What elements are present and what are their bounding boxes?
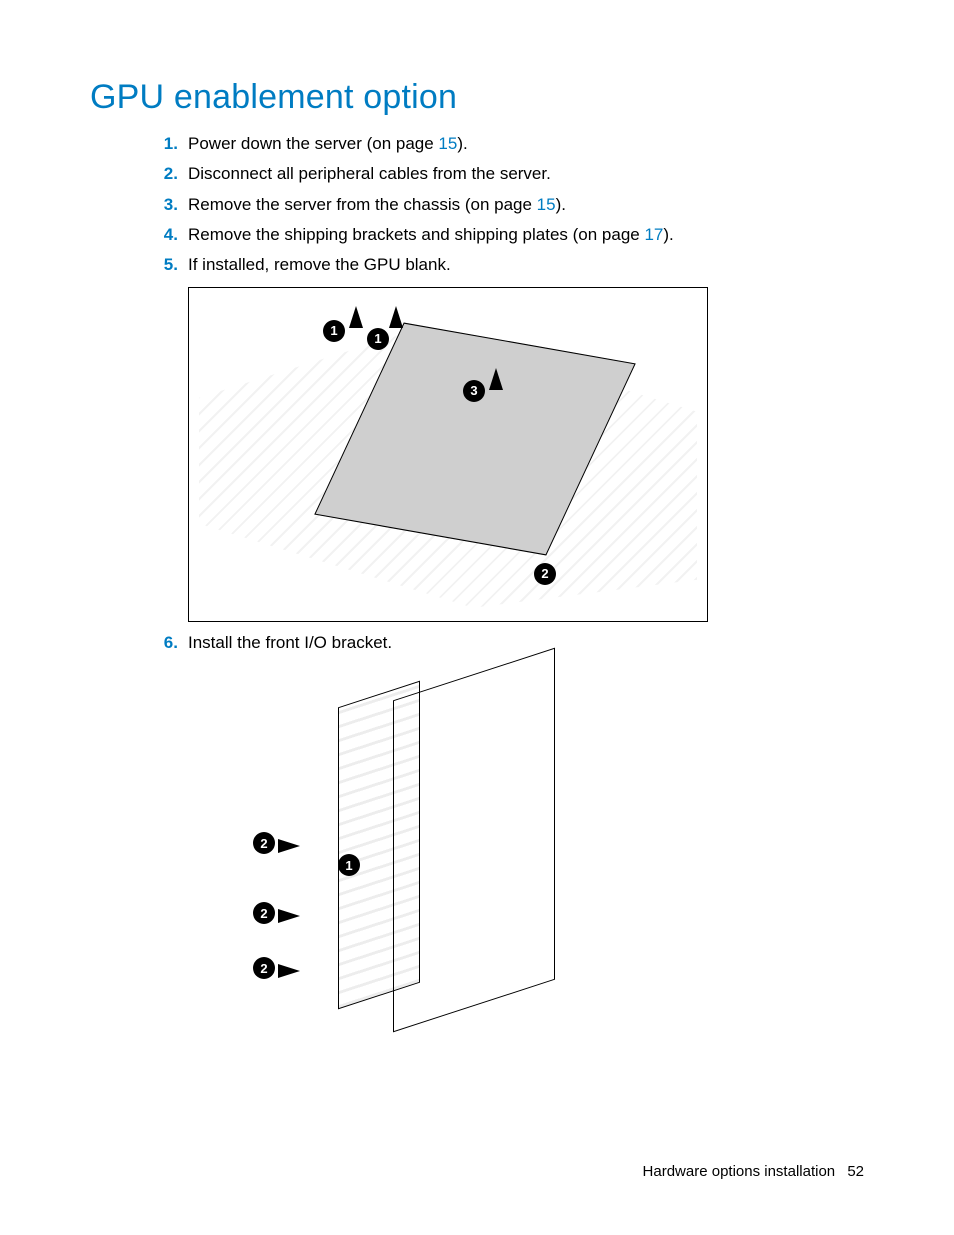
figure-illustration: 1 1 3 2: [188, 287, 708, 622]
figure-remove-gpu-blank: 1 1 3 2: [188, 287, 864, 622]
step-4: Remove the shipping brackets and shippin…: [150, 222, 864, 248]
step-text-post: ).: [663, 225, 673, 244]
figure-install-io-bracket: 2 1 2 2: [188, 664, 864, 1044]
step-text: Remove the shipping brackets and shippin…: [188, 225, 644, 244]
callout-badge: 2: [253, 832, 275, 854]
callout-badge: 2: [253, 902, 275, 924]
io-bracket-icon: [338, 681, 420, 1010]
step-5: If installed, remove the GPU blank.: [150, 252, 864, 278]
arrow-right-icon: [278, 909, 300, 923]
step-text: Install the front I/O bracket.: [188, 633, 392, 652]
step-text-post: ).: [556, 195, 566, 214]
callout-badge: 1: [338, 854, 360, 876]
page-ref-link[interactable]: 15: [537, 195, 556, 214]
callout-badge: 3: [463, 380, 485, 402]
callout-badge: 2: [534, 563, 556, 585]
page: GPU enablement option Power down the ser…: [0, 0, 954, 1235]
section-heading: GPU enablement option: [90, 78, 864, 117]
page-ref-link[interactable]: 15: [438, 134, 457, 153]
footer-page-number: 52: [847, 1163, 864, 1180]
illustration-placeholder: 2 1 2 2: [188, 664, 563, 1044]
step-text-post: ).: [457, 134, 467, 153]
procedure-list: Power down the server (on page 15). Disc…: [150, 131, 864, 279]
arrow-right-icon: [278, 964, 300, 978]
step-text: Power down the server (on page: [188, 134, 438, 153]
page-ref-link[interactable]: 17: [644, 225, 663, 244]
arrow-right-icon: [278, 839, 300, 853]
figure-illustration: 2 1 2 2: [188, 664, 563, 1044]
step-2: Disconnect all peripheral cables from th…: [150, 161, 864, 187]
step-text: If installed, remove the GPU blank.: [188, 255, 451, 274]
step-text: Disconnect all peripheral cables from th…: [188, 164, 551, 183]
page-footer: Hardware options installation 52: [643, 1163, 864, 1180]
arrow-up-icon: [349, 306, 363, 328]
callout-badge: 2: [253, 957, 275, 979]
step-text: Remove the server from the chassis (on p…: [188, 195, 537, 214]
callout-badge: 1: [323, 320, 345, 342]
callout-badge: 1: [367, 328, 389, 350]
step-6: Install the front I/O bracket.: [150, 630, 864, 656]
step-3: Remove the server from the chassis (on p…: [150, 192, 864, 218]
step-1: Power down the server (on page 15).: [150, 131, 864, 157]
arrow-up-icon: [389, 306, 403, 328]
footer-section-name: Hardware options installation: [643, 1163, 836, 1180]
arrow-up-icon: [489, 368, 503, 390]
procedure-list-continued: Install the front I/O bracket.: [150, 630, 864, 656]
illustration-placeholder: 1 1 3 2: [189, 288, 707, 621]
